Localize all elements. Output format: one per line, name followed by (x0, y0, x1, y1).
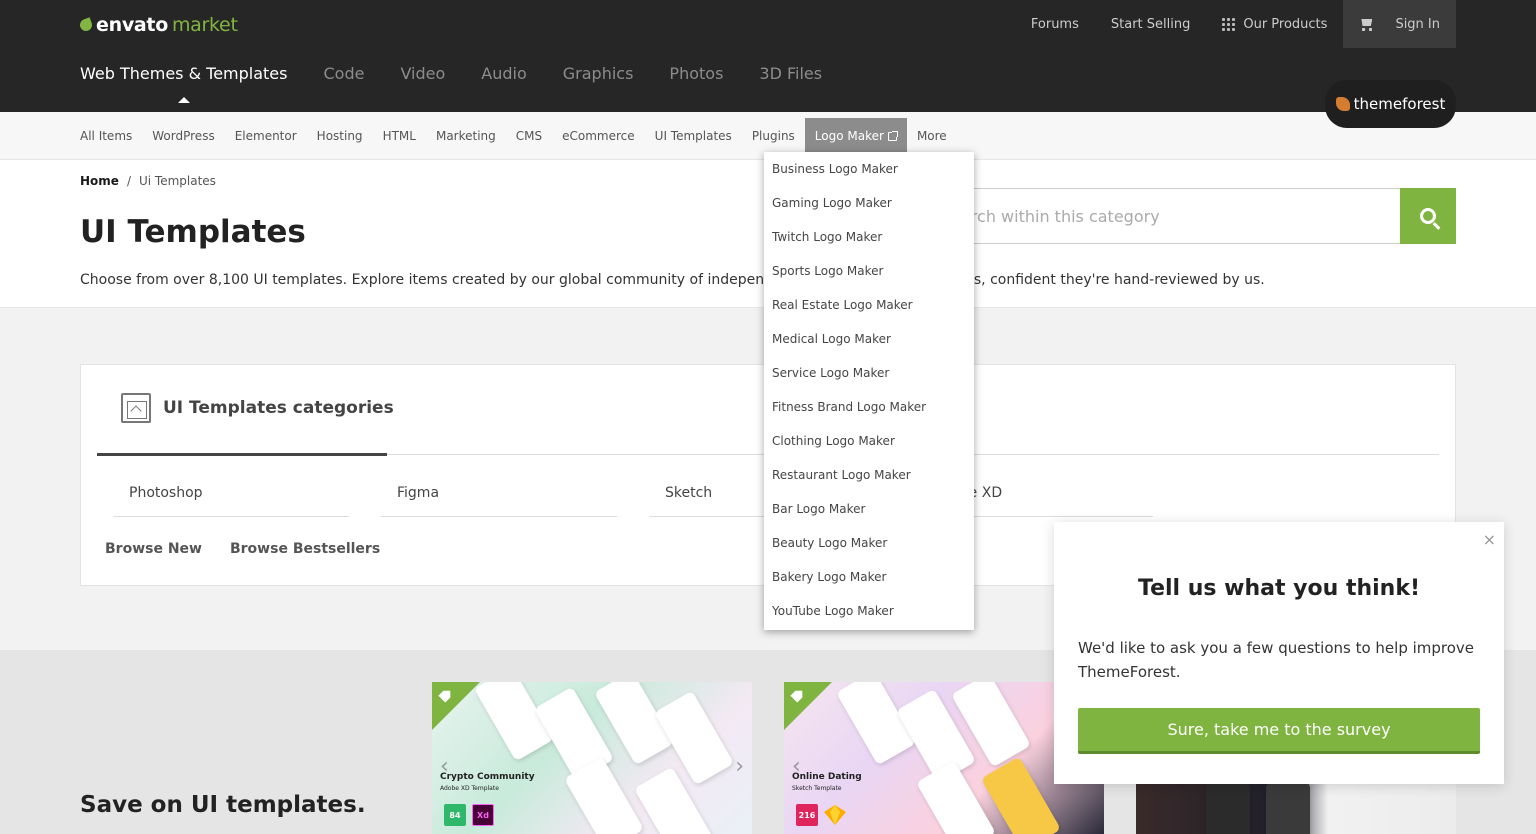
dropdown-item[interactable]: Real Estate Logo Maker (764, 288, 974, 322)
themeforest-leaf-icon (1335, 97, 1350, 111)
card-subtitle: Adobe XD Template (440, 784, 499, 792)
panel-active-tab-indicator (97, 453, 387, 456)
subnav-hosting[interactable]: Hosting (307, 118, 373, 154)
sale-tag (784, 682, 832, 730)
xd-app-icon: Xd (472, 804, 494, 826)
image-frame-icon (121, 393, 151, 423)
sign-in-label: Sign In (1395, 16, 1440, 32)
category-graphics[interactable]: Graphics (563, 64, 634, 83)
themeforest-badge[interactable]: themeforest (1325, 80, 1456, 128)
panel-category-figma[interactable]: Figma (381, 469, 617, 517)
close-icon[interactable]: × (1483, 530, 1496, 549)
external-link-icon (887, 130, 898, 141)
dropdown-item[interactable]: Bar Logo Maker (764, 492, 974, 526)
logo-word-envato: envato (96, 14, 168, 36)
grid-icon (1222, 17, 1236, 31)
tag-icon (790, 687, 806, 703)
screen-count-badge: 84 (444, 804, 466, 826)
sign-in-button[interactable]: Sign In (1343, 0, 1456, 48)
dropdown-item[interactable]: Fitness Brand Logo Maker (764, 390, 974, 424)
category-photos[interactable]: Photos (669, 64, 723, 83)
dropdown-item[interactable]: Beauty Logo Maker (764, 526, 974, 560)
survey-title: Tell us what you think! (1138, 576, 1420, 601)
tag-icon (438, 687, 454, 703)
dropdown-item[interactable]: Bakery Logo Maker (764, 560, 974, 594)
subnav-cms[interactable]: CMS (506, 118, 552, 154)
category-nav: Web Themes & Templates Code Video Audio … (80, 64, 822, 83)
panel-category-photoshop[interactable]: Photoshop (113, 469, 349, 517)
dropdown-item[interactable]: Business Logo Maker (764, 152, 974, 186)
phone-mockup (1206, 782, 1250, 834)
survey-cta-button[interactable]: Sure, take me to the survey (1078, 708, 1480, 754)
category-audio[interactable]: Audio (481, 64, 526, 83)
page-title: UI Templates (80, 214, 306, 250)
phone-mockup (980, 756, 1062, 834)
breadcrumb-home[interactable]: Home (80, 174, 119, 188)
subnav-html[interactable]: HTML (373, 118, 426, 154)
envato-market-logo[interactable]: envato market (78, 14, 238, 36)
breadcrumb-current: Ui Templates (138, 174, 216, 188)
screen-count-badge: 216 (796, 804, 818, 826)
browse-bestsellers-link[interactable]: Browse Bestsellers (230, 541, 380, 557)
panel-browse-links: Browse New Browse Bestsellers (105, 541, 380, 557)
dropdown-item[interactable]: Service Logo Maker (764, 356, 974, 390)
logo-word-market: market (171, 14, 238, 36)
dropdown-item[interactable]: Gaming Logo Maker (764, 186, 974, 220)
panel-title: UI Templates categories (121, 393, 394, 423)
subnav-marketing[interactable]: Marketing (426, 118, 506, 154)
search-button[interactable] (1400, 188, 1456, 244)
our-products-link[interactable]: Our Products (1206, 0, 1343, 48)
dropdown-item[interactable]: Restaurant Logo Maker (764, 458, 974, 492)
page-description: Choose from over 8,100 UI templates. Exp… (80, 272, 1265, 288)
card-title: Crypto Community Adobe XD Template (440, 772, 535, 794)
start-selling-link[interactable]: Start Selling (1095, 0, 1206, 48)
product-card[interactable]: ‹ › Crypto Community Adobe XD Template 8… (432, 682, 752, 834)
subnav-wordpress[interactable]: WordPress (142, 118, 224, 154)
panel-title-text: UI Templates categories (163, 398, 394, 418)
breadcrumb-separator: / (126, 174, 131, 188)
subnav-ui-templates[interactable]: UI Templates (645, 118, 742, 154)
category-3d-files[interactable]: 3D Files (759, 64, 822, 83)
search-input[interactable]: Search within this category (940, 188, 1400, 244)
dropdown-item[interactable]: Medical Logo Maker (764, 322, 974, 356)
card-title-text: Online Dating (792, 772, 862, 782)
panel-category-list: Photoshop Figma Sketch Adobe XD (113, 469, 1153, 517)
breadcrumb: Home / Ui Templates (80, 174, 216, 188)
save-heading: Save on UI templates. (80, 792, 366, 818)
category-web-themes[interactable]: Web Themes & Templates (80, 64, 287, 83)
our-products-label: Our Products (1243, 16, 1328, 32)
dropdown-item[interactable]: Sports Logo Maker (764, 254, 974, 288)
subnav-logo-maker[interactable]: Logo Maker (804, 118, 907, 154)
dropdown-item[interactable]: Clothing Logo Maker (764, 424, 974, 458)
card-title-text: Crypto Community (440, 772, 535, 782)
envato-leaf-icon (78, 17, 94, 33)
forums-link[interactable]: Forums (1015, 0, 1095, 48)
carousel-next-icon[interactable]: › (735, 754, 744, 779)
category-code[interactable]: Code (323, 64, 364, 83)
cart-icon[interactable] (1359, 17, 1375, 31)
sketch-app-icon (824, 804, 846, 826)
card-title: Online Dating Sketch Template (792, 772, 862, 794)
sale-tag (432, 682, 480, 730)
themeforest-label: themeforest (1353, 95, 1446, 113)
dropdown-item[interactable]: YouTube Logo Maker (764, 594, 974, 628)
search-icon (1420, 208, 1436, 224)
phone-mockup (1266, 782, 1310, 834)
card-subtitle: Sketch Template (792, 784, 842, 792)
survey-body: We'd like to ask you a few questions to … (1078, 639, 1475, 681)
survey-popup: × Tell us what you think! We'd like to a… (1054, 522, 1504, 784)
subnav-all-items[interactable]: All Items (80, 118, 142, 154)
category-video[interactable]: Video (400, 64, 445, 83)
browse-new-link[interactable]: Browse New (105, 541, 202, 557)
logo-maker-dropdown: Business Logo Maker Gaming Logo Maker Tw… (764, 152, 974, 630)
dropdown-item[interactable]: Twitch Logo Maker (764, 220, 974, 254)
subnav-ecommerce[interactable]: eCommerce (552, 118, 645, 154)
global-header: envato market Forums Start Selling Our Pr… (0, 0, 1536, 112)
subnav-plugins[interactable]: Plugins (742, 118, 805, 154)
subnav-elementor[interactable]: Elementor (225, 118, 307, 154)
utility-nav: Forums Start Selling Our Products Sign I… (1015, 0, 1456, 48)
logo-maker-label: Logo Maker (814, 129, 884, 143)
phone-mockup (915, 760, 997, 834)
subnav-more[interactable]: More (907, 118, 957, 154)
